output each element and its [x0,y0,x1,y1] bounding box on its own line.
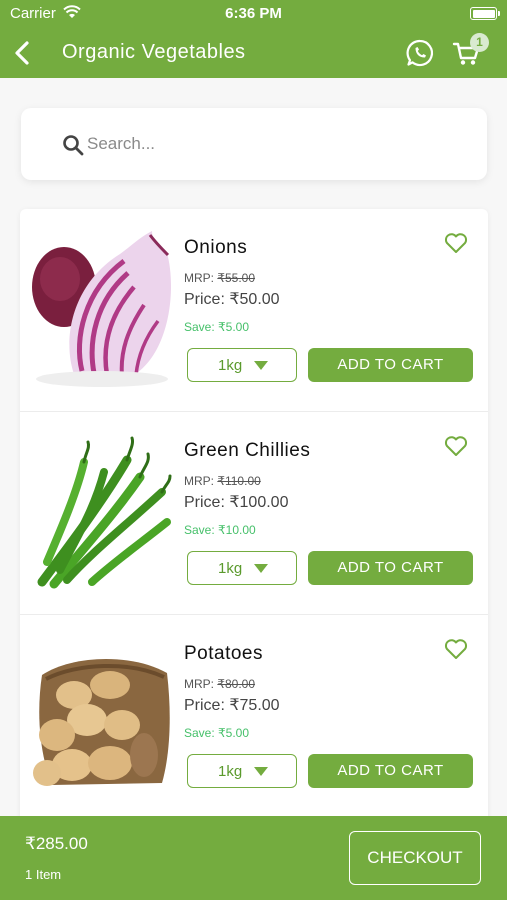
save-text: Save: ₹5.00 [184,726,250,740]
caret-down-icon [254,361,268,370]
quantity-value: 1kg [218,763,243,780]
price-text: Price: ₹75.00 [184,697,280,714]
status-bar: Carrier 6:36 PM [0,0,507,28]
search-icon [63,135,84,156]
product-name: Green Chillies [184,440,311,461]
caret-down-icon [254,767,268,776]
clock: 6:36 PM [225,5,282,22]
cart-item-count: 1 Item [25,867,62,882]
mrp-text: MRP: ₹80.00 [184,677,256,691]
cart-count-badge: 1 [470,33,489,52]
mrp-text: MRP: ₹110.00 [184,474,261,488]
nav-bar: Organic Vegetables 1 [0,28,507,78]
onion-image [32,229,172,389]
mrp-text: MRP: ₹55.00 [184,271,256,285]
mrp-value: ₹55.00 [217,271,256,285]
heart-icon[interactable] [444,435,468,457]
product-card-onions[interactable]: Onions MRP: ₹55.00 Price: ₹50.00 Save: ₹… [20,209,488,412]
quantity-select[interactable]: 1kg [187,348,297,382]
price-text: Price: ₹50.00 [184,291,280,308]
heart-icon[interactable] [444,638,468,660]
whatsapp-icon[interactable] [405,38,435,68]
battery-icon [470,7,500,20]
quantity-select[interactable]: 1kg [187,551,297,585]
price-text: Price: ₹100.00 [184,494,289,511]
save-text: Save: ₹5.00 [184,320,250,334]
add-to-cart-button[interactable]: ADD TO CART [308,551,473,585]
mrp-value: ₹80.00 [217,677,256,691]
product-list: Onions MRP: ₹55.00 Price: ₹50.00 Save: ₹… [20,209,488,829]
search-input[interactable] [87,126,467,162]
mrp-value: ₹110.00 [217,474,261,488]
cart-total: ₹285.00 [25,834,88,853]
page-title: Organic Vegetables [62,41,246,63]
product-card-green-chillies[interactable]: Green Chillies MRP: ₹110.00 Price: ₹100.… [20,412,488,615]
add-to-cart-button[interactable]: ADD TO CART [308,348,473,382]
quantity-select[interactable]: 1kg [187,754,297,788]
cart-summary-bar: ₹285.00 1 Item CHECKOUT [0,816,507,900]
product-name: Onions [184,237,248,258]
back-arrow-icon[interactable] [10,38,36,68]
checkout-button[interactable]: CHECKOUT [349,831,481,885]
potatoes-image [32,635,172,795]
heart-icon[interactable] [444,232,468,254]
quantity-value: 1kg [218,357,243,374]
product-card-potatoes[interactable]: Potatoes MRP: ₹80.00 Price: ₹75.00 Save:… [20,615,488,818]
add-to-cart-button[interactable]: ADD TO CART [308,754,473,788]
save-text: Save: ₹10.00 [184,523,256,537]
search-bar [21,108,487,180]
caret-down-icon [254,564,268,573]
quantity-value: 1kg [218,560,243,577]
product-name: Potatoes [184,643,263,664]
green-chillies-image [32,432,172,592]
